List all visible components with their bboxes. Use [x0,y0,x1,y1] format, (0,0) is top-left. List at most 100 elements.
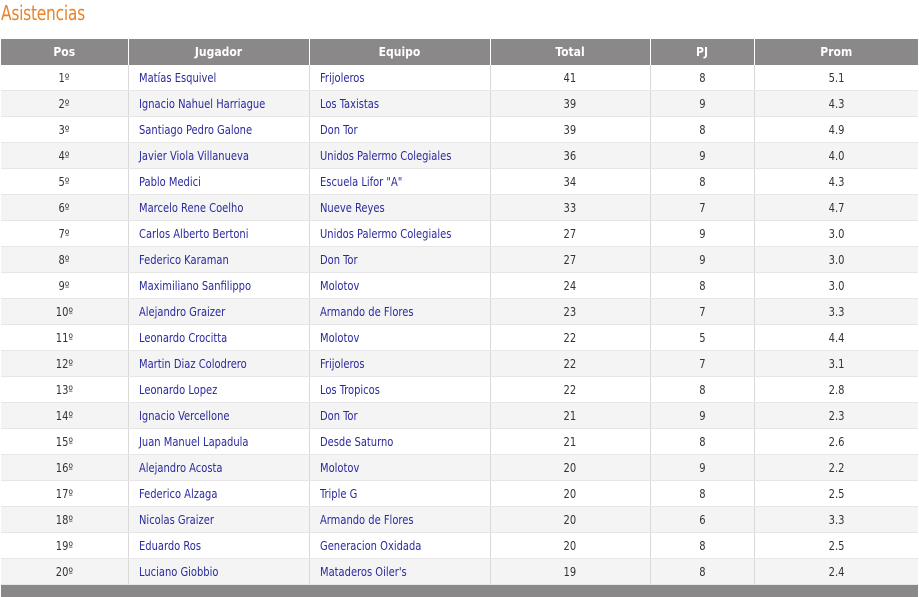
player-link-text[interactable]: Alejandro Graizer [139,305,225,319]
cell-prom-text: 5.1 [828,70,845,85]
cell-pos-text: 11º [55,330,73,345]
team-link-text[interactable]: Don Tor [320,123,358,137]
team-link[interactable]: Don Tor [308,246,490,273]
player-link-text[interactable]: Maximiliano Sanfilippo [139,279,251,293]
player-link-text[interactable]: Alejandro Acosta [139,461,222,475]
team-link-text[interactable]: Generacion Oxidada [320,539,421,553]
team-link[interactable]: Generacion Oxidada [308,532,490,559]
player-link-text[interactable]: Santiago Pedro Galone [139,123,252,137]
player-link[interactable]: Nicolas Graizer [127,506,309,533]
team-link[interactable]: Don Tor [308,402,490,429]
player-link-text[interactable]: Carlos Alberto Bertoni [139,227,248,241]
team-link-text[interactable]: Armando de Flores [320,513,414,527]
player-link-text[interactable]: Federico Karaman [139,253,229,267]
team-link-text[interactable]: Mataderos Oiler's [320,565,407,579]
player-link[interactable]: Pablo Medici [127,168,309,195]
team-link[interactable]: Los Taxistas [308,90,490,117]
player-link-text[interactable]: Federico Alzaga [139,487,217,501]
player-link-text[interactable]: Juan Manuel Lapadula [139,435,248,449]
player-link[interactable]: Ignacio Nahuel Harriague [127,90,309,117]
player-link[interactable]: Alejandro Graizer [127,298,309,325]
team-link-text[interactable]: Frijoleros [320,357,365,371]
player-link-text[interactable]: Javier Viola Villanueva [139,149,249,163]
player-link[interactable]: Santiago Pedro Galone [127,116,309,143]
player-link[interactable]: Federico Alzaga [127,480,309,507]
team-link-text[interactable]: Desde Saturno [320,435,393,449]
table-row: 1º Matías Esquivel Frijoleros 41 8 5.1 [1,65,918,91]
team-link[interactable]: Don Tor [308,116,490,143]
team-link[interactable]: Escuela Lifor "A" [308,168,490,195]
team-link-text[interactable]: Don Tor [320,253,358,267]
player-link-text[interactable]: Leonardo Lopez [139,383,217,397]
team-link[interactable]: Nueve Reyes [308,194,490,221]
team-link-text[interactable]: Nueve Reyes [320,201,385,215]
player-link-text[interactable]: Matías Esquivel [139,71,216,85]
cell-prom: 3.3 [753,506,918,533]
cell-prom: 4.9 [753,116,918,143]
header-prom[interactable]: Prom [753,39,918,65]
player-link[interactable]: Federico Karaman [127,246,309,273]
team-link[interactable]: Molotov [308,272,490,299]
team-link[interactable]: Desde Saturno [308,428,490,455]
player-link-text[interactable]: Leonardo Crocitta [139,331,227,345]
player-link-text[interactable]: Ignacio Vercellone [139,409,230,423]
team-link-text[interactable]: Armando de Flores [320,305,414,319]
cell-pos: 12º [1,350,128,377]
team-link[interactable]: Frijoleros [308,350,490,377]
cell-pos: 10º [1,298,128,325]
header-team[interactable]: Equipo [308,39,490,65]
player-link-text[interactable]: Eduardo Ros [139,539,201,553]
player-link[interactable]: Ignacio Vercellone [127,402,309,429]
team-link[interactable]: Armando de Flores [308,506,490,533]
cell-total-text: 27 [563,226,577,241]
player-link[interactable]: Leonardo Crocitta [127,324,309,351]
header-pos[interactable]: Pos [1,39,128,65]
team-link[interactable]: Triple G [308,480,490,507]
player-link-text[interactable]: Ignacio Nahuel Harriague [139,97,265,111]
player-link[interactable]: Martin Diaz Colodrero [127,350,309,377]
player-link[interactable]: Marcelo Rene Coelho [127,194,309,221]
team-link-text[interactable]: Los Tropicos [320,383,380,397]
player-link[interactable]: Carlos Alberto Bertoni [127,220,309,247]
team-link-text[interactable]: Molotov [320,461,359,475]
team-link[interactable]: Molotov [308,324,490,351]
cell-prom: 2.2 [753,454,918,481]
header-player[interactable]: Jugador [127,39,309,65]
player-link-text[interactable]: Martin Diaz Colodrero [139,357,247,371]
table-row: 10º Alejandro Graizer Armando de Flores 23 7… [1,298,918,325]
team-link-text[interactable]: Frijoleros [320,71,365,85]
player-link[interactable]: Alejandro Acosta [127,454,309,481]
team-link[interactable]: Armando de Flores [308,298,490,325]
player-link-text[interactable]: Marcelo Rene Coelho [139,201,243,215]
team-link-text[interactable]: Escuela Lifor "A" [320,175,402,189]
cell-pos: 1º [1,65,128,91]
player-link[interactable]: Eduardo Ros [127,532,309,559]
team-link[interactable]: Mataderos Oiler's [308,558,490,585]
cell-pos: 6º [1,194,128,221]
team-link[interactable]: Molotov [308,454,490,481]
team-link-text[interactable]: Molotov [320,331,359,345]
team-link-text[interactable]: Molotov [320,279,359,293]
team-link-text[interactable]: Triple G [320,487,357,501]
team-link-text[interactable]: Los Taxistas [320,97,379,111]
team-link[interactable]: Unidos Palermo Colegiales [308,142,490,169]
player-link[interactable]: Javier Viola Villanueva [127,142,309,169]
team-link[interactable]: Los Tropicos [308,376,490,403]
player-link[interactable]: Juan Manuel Lapadula [127,428,309,455]
team-link-text[interactable]: Don Tor [320,409,358,423]
player-link[interactable]: Leonardo Lopez [127,376,309,403]
header-pj[interactable]: PJ [649,39,754,65]
player-link[interactable]: Maximiliano Sanfilippo [127,272,309,299]
cell-total: 27 [489,220,650,247]
team-link[interactable]: Frijoleros [308,65,490,91]
team-link[interactable]: Unidos Palermo Colegiales [308,220,490,247]
team-link-text[interactable]: Unidos Palermo Colegiales [320,227,451,241]
player-link-text[interactable]: Luciano Giobbio [139,565,218,579]
cell-total-text: 24 [563,278,577,293]
player-link-text[interactable]: Nicolas Graizer [139,513,214,527]
player-link-text[interactable]: Pablo Medici [139,175,201,189]
header-total[interactable]: Total [489,39,650,65]
team-link-text[interactable]: Unidos Palermo Colegiales [320,149,451,163]
player-link[interactable]: Luciano Giobbio [127,558,309,585]
player-link[interactable]: Matías Esquivel [127,65,309,91]
